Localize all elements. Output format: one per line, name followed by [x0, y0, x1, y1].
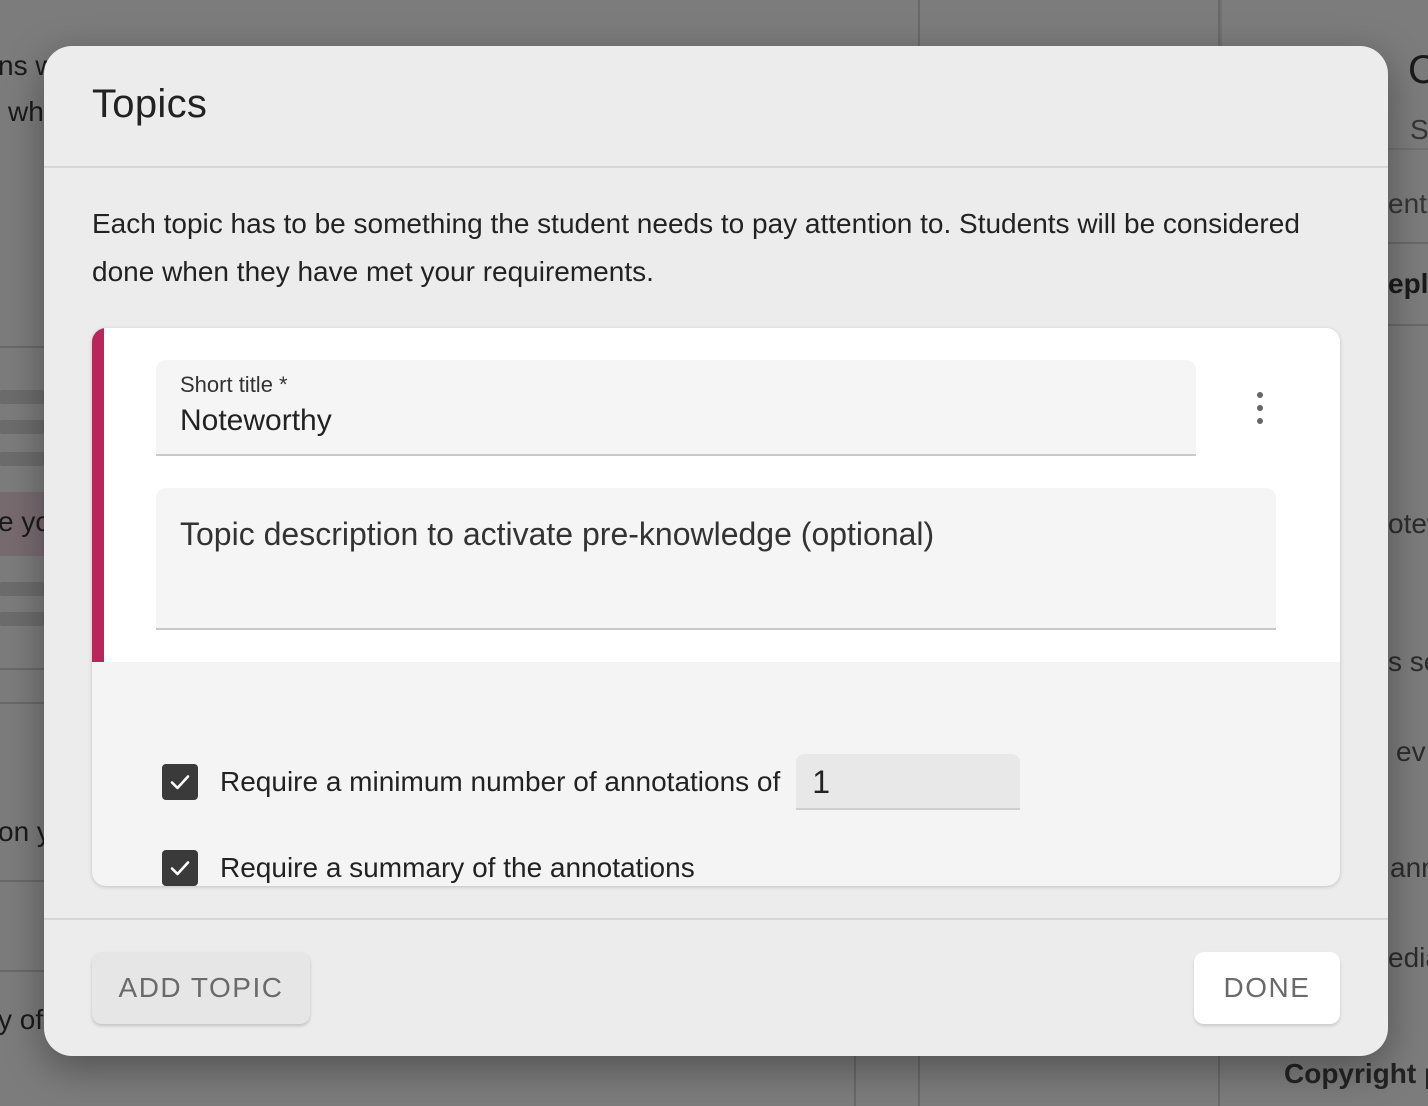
topic-card: Short title * Noteworthy Topic descripti…: [92, 328, 1340, 886]
divider: [44, 918, 1388, 920]
topic-description-placeholder: Topic description to activate pre-knowle…: [180, 516, 935, 552]
topic-description-field[interactable]: Topic description to activate pre-knowle…: [156, 488, 1276, 630]
require-summary-label: Require a summary of the annotations: [220, 852, 695, 883]
require-summary-option: Require a summary of the annotations: [162, 850, 695, 886]
short-title-label: Short title *: [180, 372, 288, 397]
more-options-icon[interactable]: [1242, 384, 1278, 432]
short-title-field[interactable]: Short title * Noteworthy: [156, 360, 1196, 456]
dialog-title: Topics: [92, 82, 208, 126]
short-title-value[interactable]: Noteworthy: [180, 404, 332, 438]
require-summary-checkbox[interactable]: [162, 850, 198, 886]
kebab-dot: [1257, 392, 1263, 398]
topic-accent-bar: [92, 328, 104, 662]
min-annotations-option: Require a minimum number of annotations …: [162, 754, 1021, 810]
checkmark-icon: [170, 861, 190, 876]
kebab-dot: [1257, 405, 1263, 411]
min-annotations-input[interactable]: 1: [796, 754, 1021, 810]
add-topic-button[interactable]: ADD TOPIC: [92, 952, 310, 1024]
dialog-intro-text: Each topic has to be something the stude…: [92, 208, 1300, 287]
checkmark-icon: [170, 775, 190, 790]
divider: [44, 166, 1388, 168]
min-annotations-checkbox[interactable]: [162, 764, 198, 800]
kebab-dot: [1257, 418, 1263, 424]
topics-dialog: Topics Each topic has to be something th…: [44, 46, 1388, 1056]
min-annotations-label: Require a minimum number of annotations …: [220, 766, 781, 797]
done-button[interactable]: DONE: [1194, 952, 1340, 1024]
